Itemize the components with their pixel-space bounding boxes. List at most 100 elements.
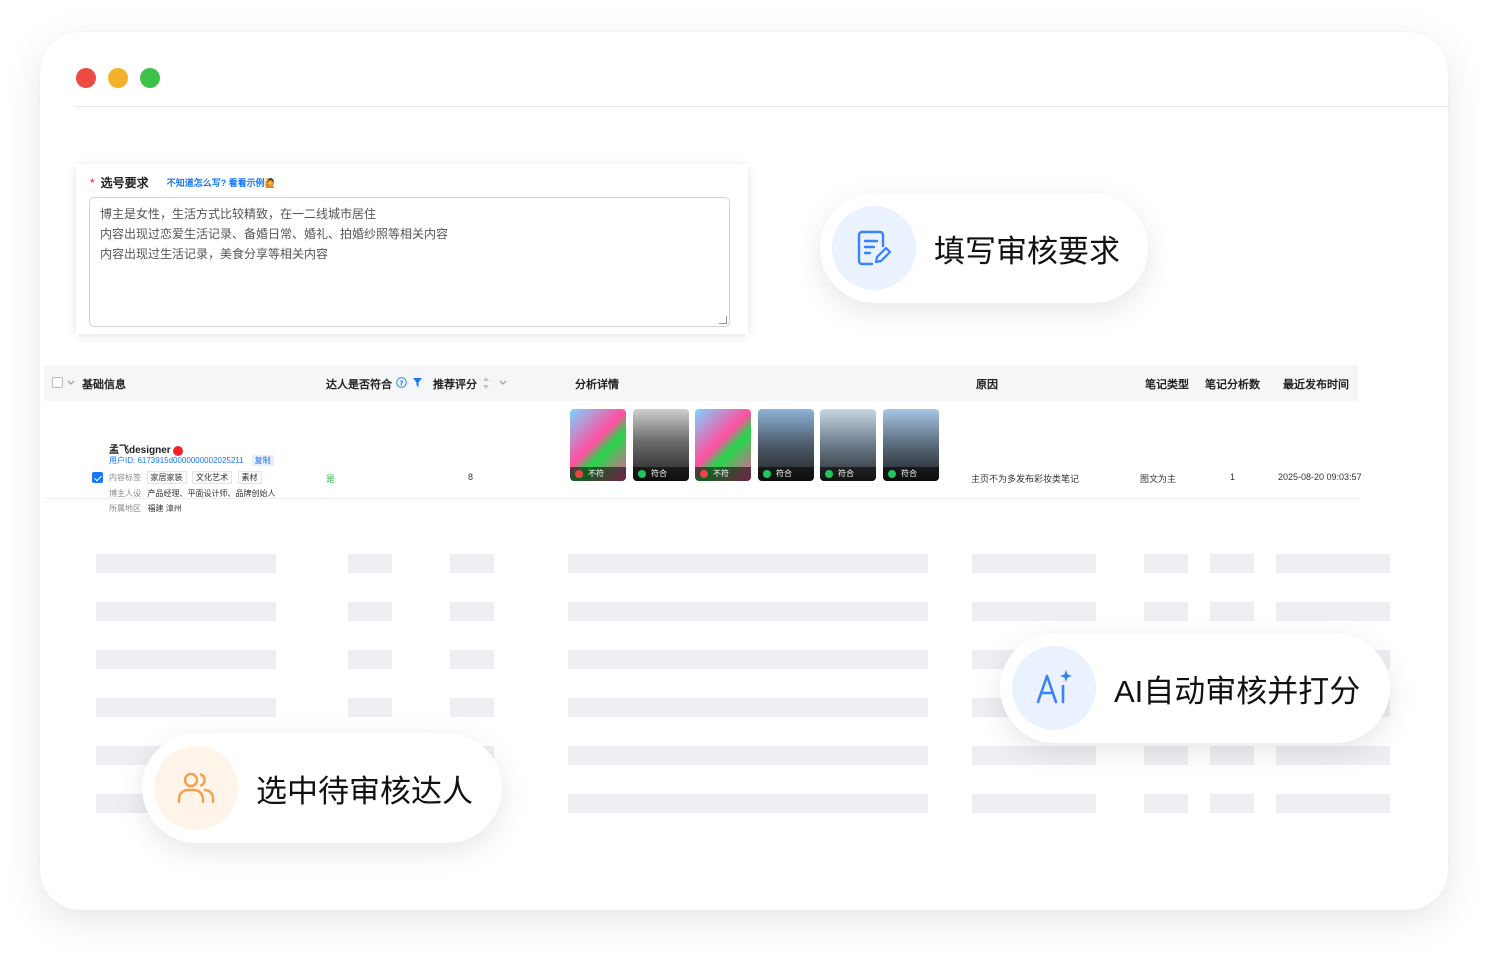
skeleton-bar [568,794,928,813]
fail-dot-icon [575,470,583,478]
pass-dot-icon [763,470,771,478]
reason-value: 主页不为多发布彩妆类笔记 [971,474,1080,484]
requirement-title: 选号要求 [100,176,149,190]
note-thumbnail[interactable]: 不符 [695,409,751,481]
persona-line: 博主人设 产品经理、平面设计师、品牌创始人 [109,488,276,499]
note-thumbnail[interactable]: 符合 [820,409,876,481]
skeleton-bar [1210,554,1254,573]
region-value: 福建 漳州 [147,504,182,513]
select-all-checkbox[interactable] [52,377,63,388]
thumb-status: 符合 [883,467,939,481]
skeleton-bar [1276,554,1390,573]
skeleton-bar [972,794,1096,813]
skeleton-bar [96,698,276,717]
skeleton-bar [568,650,928,669]
requirement-textarea[interactable]: 博主是女性，生活方式比较精致，在一二线城市居住 内容出现过恋爱生活记录、备婚日常… [89,197,730,327]
note-thumbnail[interactable]: 符合 [633,409,689,481]
pill-ai-review: AI自动审核并打分 [1000,633,1390,743]
requirement-line: 内容出现过恋爱生活记录、备婚日常、婚礼、拍婚纱照等相关内容 [100,227,449,241]
pill-select-talent: 选中待审核达人 [142,733,502,843]
pill-icon-bg [154,746,238,830]
resize-handle[interactable] [719,316,727,324]
requirement-line: 博主是女性，生活方式比较精致，在一二线城市居住 [100,207,377,221]
sort-icon[interactable] [482,377,490,389]
table-header: 基础信息 达人是否符合 ? 推荐评分 分析详情 原因 笔记类型 笔记分析数 最近… [44,365,1358,401]
skeleton-bar [96,554,276,573]
score-value: 8 [468,472,474,482]
required-mark: * [90,175,95,190]
skeleton-bar [450,602,494,621]
copy-button[interactable]: 复制 [251,455,274,466]
skeleton-bar [1276,602,1390,621]
skeleton-bar [450,554,494,573]
thumb-status: 符合 [633,467,689,481]
col-score: 推荐评分 [433,379,477,391]
skeleton-bar [348,554,392,573]
chevron-down-icon[interactable] [499,380,507,386]
skeleton-bar [568,554,928,573]
maximize-dot[interactable] [140,68,160,88]
skeleton-bar [348,698,392,717]
skeleton-bar [450,698,494,717]
ai-sparkle-icon [1036,670,1072,704]
content-tags-line: 内容标签 家居家装 文化艺术 素材 [109,471,262,484]
help-icon[interactable]: ? [396,377,407,388]
skeleton-bar [568,746,928,765]
persona-value: 产品经理、平面设计师、品牌创始人 [147,489,276,498]
match-value: 是 [326,474,336,484]
row-checkbox[interactable] [92,472,103,483]
skeleton-bar [1276,746,1390,765]
skeleton-bar [1276,794,1390,813]
skeleton-bar [1144,746,1188,765]
window-controls [76,68,160,88]
thumb-label: 符合 [838,469,854,478]
note-type-value: 图文为主 [1140,474,1177,484]
skeleton-bar [1144,602,1188,621]
thumb-label: 符合 [901,469,917,478]
close-dot[interactable] [76,68,96,88]
pill-fill-requirement: 填写审核要求 [820,193,1148,303]
table-row[interactable]: 孟飞designer 用户ID: 6173915d000000000202521… [44,401,1362,513]
thumb-label: 符合 [776,469,792,478]
user-name-line: 孟飞designer [109,441,183,456]
note-thumbnail[interactable]: 不符 [570,409,626,481]
col-basic-info: 基础信息 [82,379,126,391]
user-id-line: 用户ID: 6173915d0000000002025211 复制 [109,455,274,466]
pill-icon-bg [1012,646,1096,730]
svg-text:?: ? [399,379,403,387]
col-analysis: 分析详情 [575,379,619,391]
skeleton-bar [568,698,928,717]
note-thumbnail[interactable]: 符合 [758,409,814,481]
col-latest: 最近发布时间 [1283,379,1349,391]
pill-label: 填写审核要求 [934,233,1120,269]
content-tag: 家居家装 [146,471,187,484]
persona-label: 博主人设 [109,489,141,498]
content-tags-label: 内容标签 [109,473,141,482]
user-id: 用户ID: 6173915d0000000002025211 [109,456,244,465]
skeleton-bar [348,650,392,669]
thumb-status: 不符 [695,467,751,481]
note-thumbnail[interactable]: 符合 [883,409,939,481]
minimize-dot[interactable] [108,68,128,88]
thumb-status: 不符 [570,467,626,481]
content-tag: 文化艺术 [192,471,233,484]
skeleton-bar [1210,602,1254,621]
pass-dot-icon [825,470,833,478]
pass-dot-icon [638,470,646,478]
example-link[interactable]: 不知道怎么写? 看看示例🙋 [167,176,276,189]
skeleton-bar [96,602,276,621]
chevron-down-icon[interactable] [67,380,75,386]
skeleton-bar [1210,746,1254,765]
skeleton-bar [1144,554,1188,573]
col-reason: 原因 [976,379,998,391]
pass-dot-icon [888,470,896,478]
skeleton-bar [450,650,494,669]
skeleton-bar [972,746,1096,765]
filter-icon[interactable] [413,378,422,387]
skeleton-bar [1144,794,1188,813]
skeleton-bar [348,602,392,621]
document-edit-icon [857,230,892,266]
latest-value: 2025-08-20 09:03:57 [1278,472,1362,482]
skeleton-bar [568,602,928,621]
region-line: 所属地区 福建 漳州 [109,503,182,514]
